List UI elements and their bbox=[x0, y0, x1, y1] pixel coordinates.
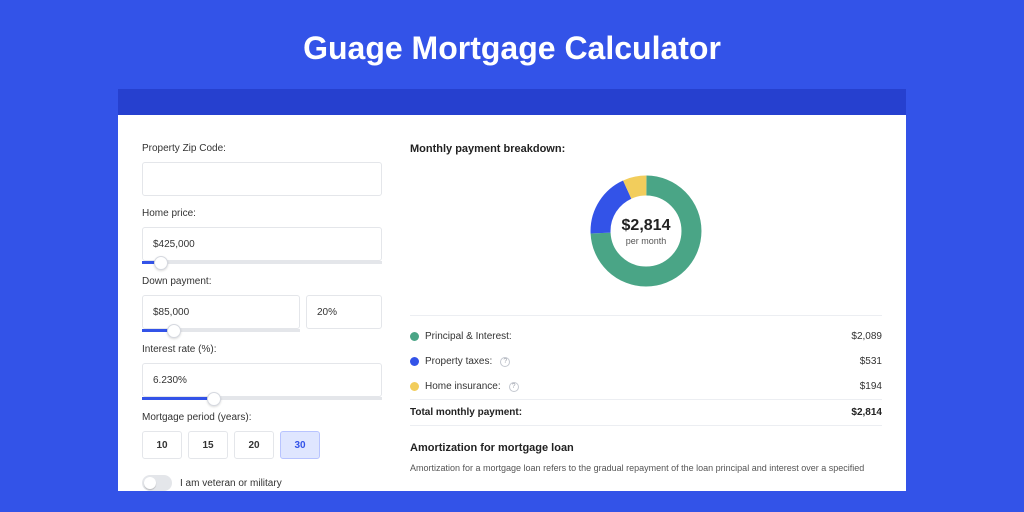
legend-row-principal: Principal & Interest: $2,089 bbox=[410, 324, 882, 349]
breakdown-title: Monthly payment breakdown: bbox=[410, 143, 882, 155]
dot-principal bbox=[410, 332, 419, 341]
legend-label-taxes: Property taxes: bbox=[425, 356, 492, 367]
total-row: Total monthly payment: $2,814 bbox=[410, 399, 882, 426]
field-period: Mortgage period (years): 10 15 20 30 bbox=[142, 412, 382, 459]
amortization-title: Amortization for mortgage loan bbox=[410, 442, 882, 454]
home-price-input[interactable] bbox=[142, 227, 382, 261]
down-payment-slider[interactable] bbox=[142, 329, 300, 332]
home-price-label: Home price: bbox=[142, 208, 382, 219]
dot-taxes bbox=[410, 357, 419, 366]
results-panel: Monthly payment breakdown: $2,814 per mo… bbox=[410, 143, 882, 491]
donut-center-sub: per month bbox=[626, 236, 667, 246]
calculator-panel: Property Zip Code: Home price: Down paym… bbox=[118, 115, 906, 491]
dot-insurance bbox=[410, 382, 419, 391]
legend-row-insurance: Home insurance: ? $194 bbox=[410, 374, 882, 399]
period-label: Mortgage period (years): bbox=[142, 412, 382, 423]
amortization-body: Amortization for a mortgage loan refers … bbox=[410, 462, 882, 476]
period-btn-15[interactable]: 15 bbox=[188, 431, 228, 459]
info-icon[interactable]: ? bbox=[500, 357, 510, 367]
header-band bbox=[118, 89, 906, 115]
input-form: Property Zip Code: Home price: Down paym… bbox=[142, 143, 382, 491]
interest-rate-input[interactable] bbox=[142, 363, 382, 397]
down-payment-amount-input[interactable] bbox=[142, 295, 300, 329]
field-interest-rate: Interest rate (%): bbox=[142, 344, 382, 400]
legend-value-taxes: $531 bbox=[860, 356, 882, 367]
donut-chart-wrap: $2,814 per month bbox=[410, 165, 882, 305]
veteran-toggle[interactable] bbox=[142, 475, 172, 491]
period-btn-20[interactable]: 20 bbox=[234, 431, 274, 459]
down-payment-label: Down payment: bbox=[142, 276, 382, 287]
field-home-price: Home price: bbox=[142, 208, 382, 264]
period-btn-10[interactable]: 10 bbox=[142, 431, 182, 459]
divider bbox=[410, 315, 882, 316]
legend-value-insurance: $194 bbox=[860, 381, 882, 392]
legend-label-principal: Principal & Interest: bbox=[425, 331, 512, 342]
veteran-row: I am veteran or military bbox=[142, 475, 382, 491]
interest-rate-slider[interactable] bbox=[142, 397, 382, 400]
total-value: $2,814 bbox=[851, 407, 882, 418]
page-title: Guage Mortgage Calculator bbox=[0, 0, 1024, 89]
home-price-slider[interactable] bbox=[142, 261, 382, 264]
field-down-payment: Down payment: bbox=[142, 276, 382, 332]
period-btn-30[interactable]: 30 bbox=[280, 431, 320, 459]
total-label: Total monthly payment: bbox=[410, 407, 522, 418]
legend-value-principal: $2,089 bbox=[851, 331, 882, 342]
period-buttons: 10 15 20 30 bbox=[142, 431, 382, 459]
interest-rate-label: Interest rate (%): bbox=[142, 344, 382, 355]
legend-label-insurance: Home insurance: bbox=[425, 381, 501, 392]
donut-chart: $2,814 per month bbox=[586, 171, 706, 291]
veteran-label: I am veteran or military bbox=[180, 478, 282, 489]
info-icon[interactable]: ? bbox=[509, 382, 519, 392]
zip-label: Property Zip Code: bbox=[142, 143, 382, 154]
zip-input[interactable] bbox=[142, 162, 382, 196]
legend-row-taxes: Property taxes: ? $531 bbox=[410, 349, 882, 374]
down-payment-percent-input[interactable] bbox=[306, 295, 382, 329]
legend: Principal & Interest: $2,089 Property ta… bbox=[410, 324, 882, 426]
donut-center-amount: $2,814 bbox=[622, 217, 671, 235]
field-zip: Property Zip Code: bbox=[142, 143, 382, 196]
